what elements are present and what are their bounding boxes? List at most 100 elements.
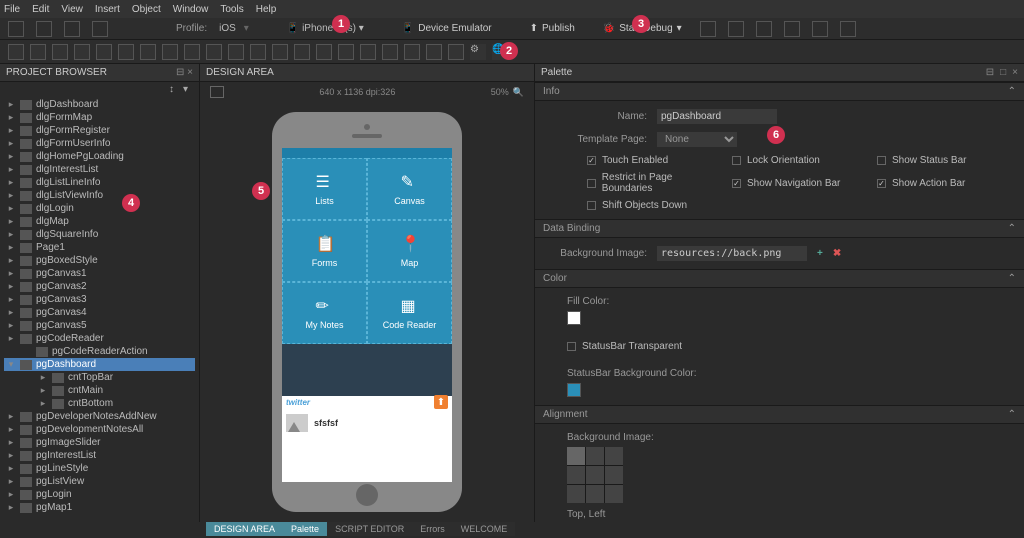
bg-image-input[interactable] [657,246,807,261]
collapse-icon[interactable]: ⌃ [1008,86,1016,97]
toolbar-button[interactable] [840,21,856,37]
expand-icon[interactable]: ▸ [6,489,16,500]
toolbar-button[interactable] [728,21,744,37]
expand-icon[interactable]: ▸ [38,398,48,409]
tool-button[interactable] [52,44,68,60]
tool-button[interactable] [338,44,354,60]
tool-button[interactable] [360,44,376,60]
expand-icon[interactable]: ▸ [6,320,16,331]
collapse-icon[interactable]: ↕ [169,84,179,94]
tool-button[interactable] [228,44,244,60]
tree-item[interactable]: ▸pgCanvas5 [4,319,195,332]
menu-tools[interactable]: Tools [220,4,243,15]
expand-icon[interactable]: ▸ [6,411,16,422]
collapse-icon[interactable]: ⌃ [1008,223,1016,234]
template-select[interactable]: None [657,132,737,147]
expand-icon[interactable]: ▸ [38,385,48,396]
menu-edit[interactable]: Edit [32,4,49,15]
checkbox[interactable] [587,179,596,188]
minimize-icon[interactable]: ⊟ [986,67,994,78]
tree-item[interactable]: ▸pgInterestList [4,449,195,462]
dashboard-tile[interactable]: ✎Canvas [367,158,452,220]
tree-item[interactable]: ▸pgCanvas1 [4,267,195,280]
tool-button[interactable] [8,44,24,60]
tool-button[interactable] [316,44,332,60]
toolbar-button[interactable] [92,21,108,37]
expand-icon[interactable]: ▸ [6,255,16,266]
tool-button[interactable] [382,44,398,60]
tool-button[interactable] [448,44,464,60]
tool-button[interactable] [184,44,200,60]
statusbar-color-swatch[interactable] [567,383,581,397]
checkbox-row[interactable]: ✓Show Navigation Bar [732,172,867,194]
tree-item[interactable]: ▸cntBottom [4,397,195,410]
tool-button[interactable] [250,44,266,60]
tree-item[interactable]: ▸dlgSquareInfo [4,228,195,241]
name-input[interactable] [657,109,777,124]
expand-icon[interactable]: ▸ [6,268,16,279]
tree-item[interactable]: ▸dlgMap [4,215,195,228]
toolbar-button[interactable] [8,21,24,37]
dashboard-tile[interactable]: 📍Map [367,220,452,282]
expand-icon[interactable]: ▸ [6,190,16,201]
publish-button[interactable]: ⬆ Publish [530,23,575,34]
alignment-grid[interactable] [567,447,623,503]
checkbox[interactable]: ✓ [587,156,596,165]
tree-item[interactable]: ▸pgLogin [4,488,195,501]
filter-icon[interactable]: ▾ [183,84,193,94]
toolbar-button[interactable] [36,21,52,37]
tree-item[interactable]: ▸dlgListViewInfo [4,189,195,202]
tree-item[interactable]: ▸pgCanvas2 [4,280,195,293]
tool-button[interactable] [206,44,222,60]
device-select[interactable]: 📱 iPhone 5 (s) ▾ [287,23,364,34]
expand-icon[interactable]: ▸ [6,502,16,513]
tree-item[interactable]: ▸dlgDashboard [4,98,195,111]
design-canvas[interactable]: 5 ☰Lists✎Canvas📋Forms📍Map✏My Notes▦Code … [200,102,534,522]
toolbar-button[interactable] [812,21,828,37]
checkbox[interactable] [732,156,741,165]
tree-item[interactable]: ▸dlgInterestList [4,163,195,176]
tree-item[interactable]: ▸pgBoxedStyle [4,254,195,267]
gear-icon[interactable]: ⚙ [470,44,486,60]
expand-icon[interactable]: ▸ [6,203,16,214]
menu-object[interactable]: Object [132,4,161,15]
menu-insert[interactable]: Insert [95,4,120,15]
bottom-tab[interactable]: SCRIPT EDITOR [327,522,412,536]
tool-button[interactable] [272,44,288,60]
tree-item[interactable]: ▸dlgListLineInfo [4,176,195,189]
tool-button[interactable] [74,44,90,60]
close-icon[interactable]: ⊟ × [176,67,193,78]
add-icon[interactable]: + [817,248,823,259]
tree-item[interactable]: ▸pgImageSlider [4,436,195,449]
tree-item[interactable]: ▸pgListView [4,475,195,488]
tree-item[interactable]: ▸cntTopBar [4,371,195,384]
toolbar-button[interactable] [700,21,716,37]
dashboard-tile[interactable]: ☰Lists [282,158,367,220]
checkbox-row[interactable]: ✓Show Action Bar [877,172,1012,194]
zoom-icon[interactable]: 🔍 [513,87,524,98]
dashboard-tile[interactable]: ✏My Notes [282,282,367,344]
tool-button[interactable] [404,44,420,60]
device-emulator-button[interactable]: 📱 Device Emulator [402,23,492,34]
bottom-tab[interactable]: Errors [412,522,453,536]
expand-icon[interactable]: ▸ [6,229,16,240]
checkbox-row[interactable]: Lock Orientation [732,155,867,166]
expand-icon[interactable]: ▸ [6,242,16,253]
tree-item[interactable]: ▸pgLineStyle [4,462,195,475]
expand-icon[interactable]: ▸ [6,281,16,292]
toolbar-button[interactable] [756,21,772,37]
maximize-icon[interactable]: □ [1000,67,1006,78]
checkbox[interactable]: ✓ [877,179,886,188]
expand-icon[interactable]: ▸ [6,333,16,344]
checkbox[interactable] [587,201,596,210]
tree-item[interactable]: ▸pgDeveloperNotesAddNew [4,410,195,423]
monitor-icon[interactable] [210,86,224,98]
expand-icon[interactable]: ▸ [6,307,16,318]
expand-icon[interactable]: ▸ [6,151,16,162]
tool-button[interactable] [426,44,442,60]
menu-file[interactable]: File [4,4,20,15]
expand-icon[interactable]: ▸ [6,164,16,175]
tree-item[interactable]: ▸cntMain [4,384,195,397]
checkbox[interactable]: ✓ [732,179,741,188]
profile-value[interactable]: iOS [219,23,236,34]
